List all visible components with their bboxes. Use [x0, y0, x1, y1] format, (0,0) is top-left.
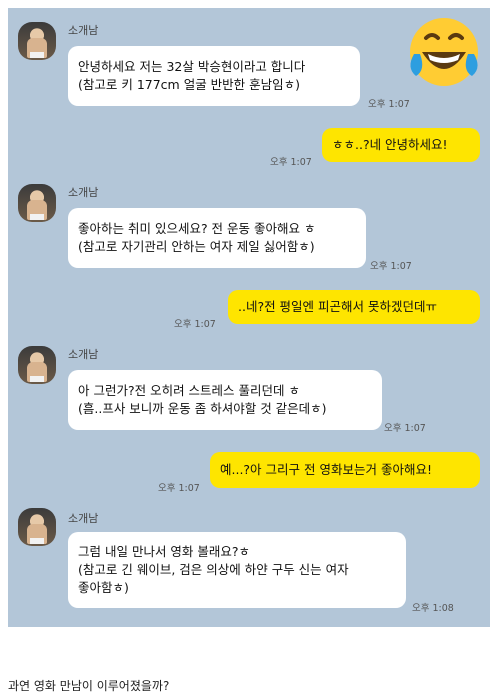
message-time: 오후 1:07	[270, 157, 312, 168]
laughing-tears-emoji	[410, 18, 478, 86]
message-line: ㅎㅎ..?네 안녕하세요!	[332, 137, 448, 152]
message-line: (참고로 키 177cm 얼굴 반반한 훈남임ㅎ)	[78, 77, 301, 92]
post-caption: 과연 영화 만남이 이루어졌을까?	[8, 679, 170, 693]
sender-name: 소개남	[68, 24, 99, 37]
message-line: (흠..프사 보니까 운동 좀 하셔야할 것 같은데ㅎ)	[78, 401, 327, 416]
message-line: 예...?아 그리구 전 영화보는거 좋아해요!	[220, 462, 432, 477]
message-time: 오후 1:07	[368, 99, 410, 110]
message-line: (참고로 자기관리 안하는 여자 제일 싫어함ㅎ)	[78, 239, 315, 254]
message-line: 안녕하세요 저는 32살 박승현이라고 합니다	[78, 59, 306, 74]
chat-screen: 소개남 안녕하세요 저는 32살 박승현이라고 합니다 (참고로 키 177cm…	[8, 8, 490, 627]
message-time: 오후 1:08	[412, 603, 454, 614]
incoming-message-bubble[interactable]: 좋아하는 취미 있으세요? 전 운동 좋아해요 ㅎ (참고로 자기관리 안하는 …	[68, 208, 366, 268]
message-line: 좋아함ㅎ)	[78, 580, 129, 595]
incoming-message-bubble[interactable]: 아 그런가?전 오히려 스트레스 풀리던데 ㅎ (흠..프사 보니까 운동 좀 …	[68, 370, 382, 430]
outgoing-message-bubble[interactable]: ㅎㅎ..?네 안녕하세요!	[322, 128, 480, 162]
avatar[interactable]	[18, 22, 56, 60]
incoming-message-bubble[interactable]: 안녕하세요 저는 32살 박승현이라고 합니다 (참고로 키 177cm 얼굴 …	[68, 46, 360, 106]
message-line: (참고로 긴 웨이브, 검은 의상에 하얀 구두 신는 여자	[78, 562, 349, 577]
avatar[interactable]	[18, 184, 56, 222]
sender-name: 소개남	[68, 186, 99, 199]
message-line: 아 그런가?전 오히려 스트레스 풀리던데 ㅎ	[78, 383, 301, 398]
message-time: 오후 1:07	[370, 261, 412, 272]
outgoing-message-bubble[interactable]: ..네?전 평일엔 피곤해서 못하겠던데ㅠ	[228, 290, 480, 324]
message-line: ..네?전 평일엔 피곤해서 못하겠던데ㅠ	[238, 299, 438, 314]
message-line: 좋아하는 취미 있으세요? 전 운동 좋아해요 ㅎ	[78, 221, 316, 236]
sender-name: 소개남	[68, 348, 99, 361]
incoming-message-bubble[interactable]: 그럼 내일 만나서 영화 볼래요?ㅎ (참고로 긴 웨이브, 검은 의상에 하얀…	[68, 532, 406, 608]
message-line: 그럼 내일 만나서 영화 볼래요?ㅎ	[78, 544, 251, 559]
message-time: 오후 1:07	[158, 483, 200, 494]
message-time: 오후 1:07	[384, 423, 426, 434]
avatar[interactable]	[18, 346, 56, 384]
outgoing-message-bubble[interactable]: 예...?아 그리구 전 영화보는거 좋아해요!	[210, 452, 480, 488]
sender-name: 소개남	[68, 512, 99, 525]
avatar[interactable]	[18, 508, 56, 546]
message-time: 오후 1:07	[174, 319, 216, 330]
